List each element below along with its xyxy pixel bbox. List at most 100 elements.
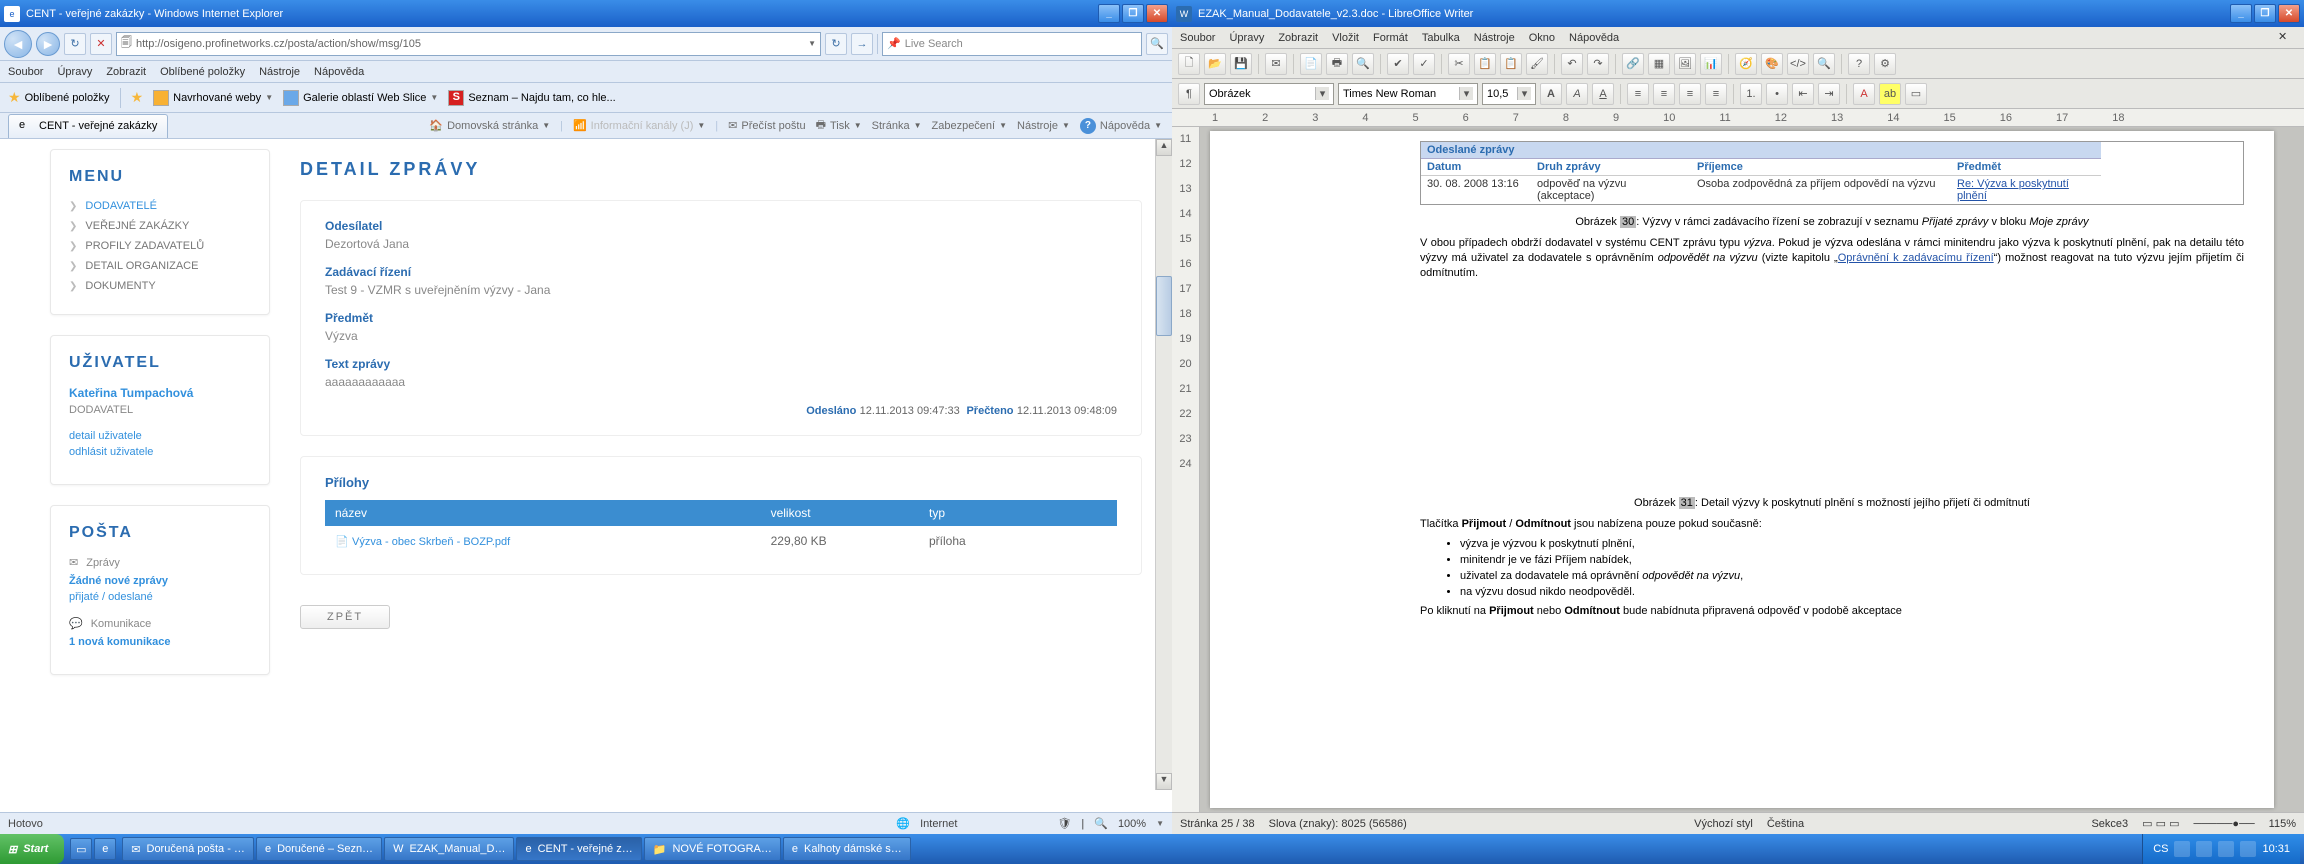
view-icons[interactable]: ▭ ▭ ▭: [2142, 817, 2179, 830]
ql-desktop-icon[interactable]: ▭: [70, 838, 92, 860]
cmd-print[interactable]: 🖶Tisk▼: [816, 116, 862, 135]
ie-stop-button[interactable]: ✕: [90, 33, 112, 55]
menu-favorites[interactable]: Oblíbené položky: [160, 66, 245, 78]
tb-link-icon[interactable]: 🔗: [1622, 53, 1644, 75]
tb-paste-icon[interactable]: 📋: [1500, 53, 1522, 75]
ie-addr-dropdown-icon[interactable]: ▼: [808, 39, 816, 48]
posta-kom[interactable]: 💬Komunikace: [69, 617, 251, 630]
tb-brush-icon[interactable]: 🖌: [1526, 53, 1548, 75]
tb-spell-icon[interactable]: ✔: [1387, 53, 1409, 75]
ie-go-button[interactable]: →: [851, 33, 873, 55]
favlink-gallery[interactable]: Galerie oblastí Web Slice▼: [283, 90, 438, 106]
start-button[interactable]: ⊞ Start: [0, 834, 64, 864]
tb-autospell-icon[interactable]: ✓: [1413, 53, 1435, 75]
tray-icon[interactable]: [2240, 841, 2256, 857]
ie-back-button[interactable]: ◄: [4, 30, 32, 58]
tb-help-icon[interactable]: ?: [1848, 53, 1870, 75]
cmd-tools[interactable]: Nástroje▼: [1017, 120, 1070, 132]
cmd-help[interactable]: ?Nápověda▼: [1080, 118, 1162, 134]
menu-tools[interactable]: Nástroje: [259, 66, 300, 78]
style-combo[interactable]: Obrázek▾: [1204, 83, 1334, 105]
lo-vruler[interactable]: 1112131415161718192021222324: [1172, 127, 1200, 812]
lo-close-button[interactable]: ✕: [2278, 4, 2300, 23]
lo-minimize-button[interactable]: _: [2230, 4, 2252, 23]
favlink-suggested[interactable]: Navrhované weby▼: [153, 90, 273, 106]
status-words[interactable]: Slova (znaky): 8025 (56586): [1269, 818, 1407, 830]
ie-search-button[interactable]: 🔍: [1146, 33, 1168, 55]
task-cent[interactable]: eCENT - veřejné z…: [516, 837, 641, 861]
lo-menu-window[interactable]: Okno: [1529, 32, 1555, 44]
task-kalhoty[interactable]: eKalhoty dámské s…: [783, 837, 911, 861]
lo-doc-close-button[interactable]: ✕: [2278, 30, 2296, 46]
status-zoom[interactable]: 115%: [2269, 818, 2296, 830]
status-section[interactable]: Sekce3: [2091, 818, 2128, 830]
lang-indicator[interactable]: CS: [2153, 843, 2168, 855]
tb-preview-icon[interactable]: 🔍: [1352, 53, 1374, 75]
status-lang[interactable]: Čeština: [1767, 818, 1804, 830]
tb-align-right-icon[interactable]: ≡: [1679, 83, 1701, 105]
lo-hruler[interactable]: 123456789101112131415161718: [1172, 109, 2304, 127]
ie-maximize-button[interactable]: ❐: [1122, 4, 1144, 23]
lo-menu-table[interactable]: Tabulka: [1422, 32, 1460, 44]
tb-highlight-icon[interactable]: ab: [1879, 83, 1901, 105]
tb-chart-icon[interactable]: 📊: [1700, 53, 1722, 75]
menu-edit[interactable]: Úpravy: [57, 66, 92, 78]
menu-file[interactable]: Soubor: [8, 66, 43, 78]
menu-view[interactable]: Zobrazit: [106, 66, 146, 78]
tb-undo-icon[interactable]: ↶: [1561, 53, 1583, 75]
tb-outdent-icon[interactable]: ⇤: [1792, 83, 1814, 105]
back-button[interactable]: ZPĚT: [300, 605, 390, 629]
font-combo[interactable]: Times New Roman▾: [1338, 83, 1478, 105]
attachment-link[interactable]: Výzva - obec Skrbeň - BOZP.pdf: [352, 536, 510, 548]
lo-menu-edit[interactable]: Úpravy: [1229, 32, 1264, 44]
cmd-page[interactable]: Stránka▼: [872, 120, 922, 132]
task-outlook[interactable]: ✉Doručená pošta - …: [122, 837, 254, 861]
tb-cut-icon[interactable]: ✂: [1448, 53, 1470, 75]
tb-table-icon[interactable]: ▦: [1648, 53, 1670, 75]
tb-redo-icon[interactable]: ↷: [1587, 53, 1609, 75]
ie-scrollbar[interactable]: ▲ ▼: [1155, 139, 1172, 790]
menu-organizace[interactable]: ❯DETAIL ORGANIZACE: [69, 260, 251, 272]
task-ezak[interactable]: WEZAK_Manual_D…: [384, 837, 514, 861]
menu-help[interactable]: Nápověda: [314, 66, 364, 78]
scroll-thumb[interactable]: [1156, 276, 1172, 336]
document-page[interactable]: Odeslané zprávy Datum Druh zprávy Příjem…: [1210, 131, 2274, 808]
menu-profily[interactable]: ❯PROFILY ZADAVATELŮ: [69, 240, 251, 252]
tb-new-icon[interactable]: 🗋: [1178, 53, 1200, 75]
cmd-mail[interactable]: ✉Přečíst poštu: [728, 119, 805, 132]
cmd-safety[interactable]: Zabezpečení▼: [932, 120, 1008, 132]
tray-icon[interactable]: [2218, 841, 2234, 857]
tb-styles-icon[interactable]: ¶: [1178, 83, 1200, 105]
tb-align-center-icon[interactable]: ≡: [1653, 83, 1675, 105]
clock[interactable]: 10:31: [2262, 843, 2290, 855]
ie-tab-current[interactable]: e CENT - veřejné zakázky: [8, 114, 168, 138]
scroll-down-button[interactable]: ▼: [1156, 773, 1172, 790]
favorites-button[interactable]: ★Oblíbené položky: [8, 89, 110, 106]
tb-mail-icon[interactable]: ✉: [1265, 53, 1287, 75]
tray-icon[interactable]: [2196, 841, 2212, 857]
favlink-seznam[interactable]: SSeznam – Najdu tam, co hle...: [448, 90, 615, 106]
ie-minimize-button[interactable]: _: [1098, 4, 1120, 23]
ie-search-box[interactable]: 📌 Live Search: [882, 32, 1142, 56]
tb-bold-icon[interactable]: A: [1540, 83, 1562, 105]
tb-align-left-icon[interactable]: ≡: [1627, 83, 1649, 105]
ie-refresh-button[interactable]: ↻: [64, 33, 86, 55]
tb-zoom-icon[interactable]: 🔍: [1813, 53, 1835, 75]
tb-nav-icon[interactable]: 🧭: [1735, 53, 1757, 75]
lo-menu-tools[interactable]: Nástroje: [1474, 32, 1515, 44]
task-seznam[interactable]: eDoručené – Sezn…: [256, 837, 382, 861]
tb-pdf-icon[interactable]: 📄: [1300, 53, 1322, 75]
tb-bullist-icon[interactable]: •: [1766, 83, 1788, 105]
posta-zpravy[interactable]: ✉Zprávy: [69, 556, 251, 569]
tb-indent-icon[interactable]: ⇥: [1818, 83, 1840, 105]
menu-zakazky[interactable]: ❯VEŘEJNÉ ZAKÁZKY: [69, 220, 251, 232]
tb-open-icon[interactable]: 📂: [1204, 53, 1226, 75]
status-style[interactable]: Výchozí styl: [1694, 818, 1753, 830]
tb-image-icon[interactable]: 🖼: [1674, 53, 1696, 75]
task-foto[interactable]: 📁NOVÉ FOTOGRA…: [644, 837, 781, 861]
ie-close-button[interactable]: ✕: [1146, 4, 1168, 23]
tb-bgcolor-icon[interactable]: ▭: [1905, 83, 1927, 105]
cmd-home[interactable]: 🏠Domovská stránka▼: [429, 119, 550, 132]
tb-numlist-icon[interactable]: 1.: [1740, 83, 1762, 105]
doc-link-opravneni[interactable]: Oprávnění k zadávacímu řízení: [1838, 252, 1994, 264]
